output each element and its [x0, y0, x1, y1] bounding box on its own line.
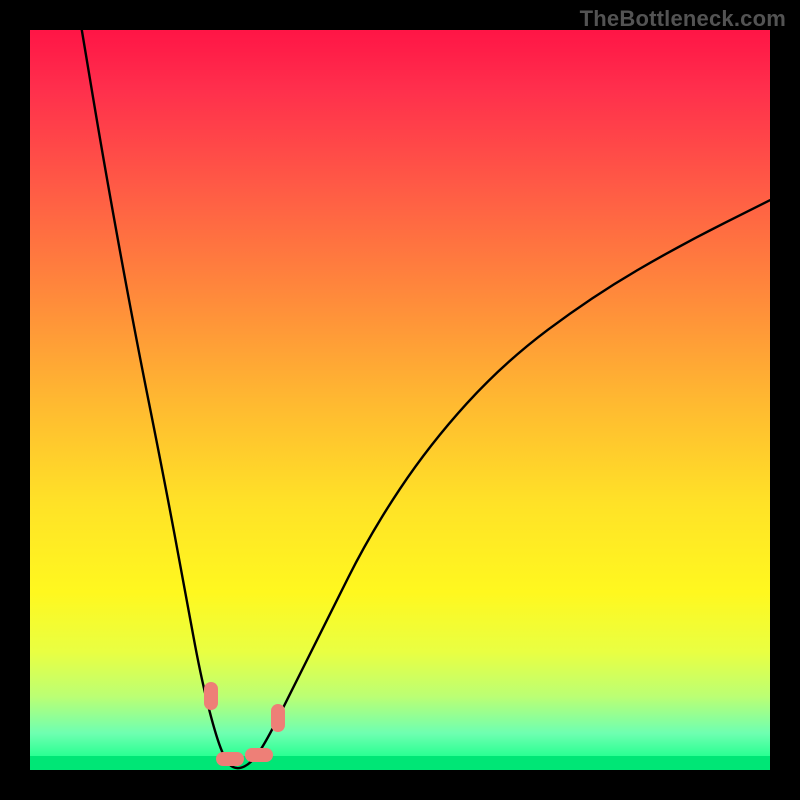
curve-path — [82, 30, 770, 768]
curve-svg — [30, 30, 770, 770]
left-descent-marker — [204, 682, 218, 710]
plot-area — [30, 30, 770, 770]
right-ascent-marker — [271, 704, 285, 732]
trough-left-marker — [216, 752, 244, 766]
chart-stage: TheBottleneck.com — [0, 0, 800, 800]
watermark-text: TheBottleneck.com — [580, 6, 786, 32]
trough-right-marker — [245, 748, 273, 762]
